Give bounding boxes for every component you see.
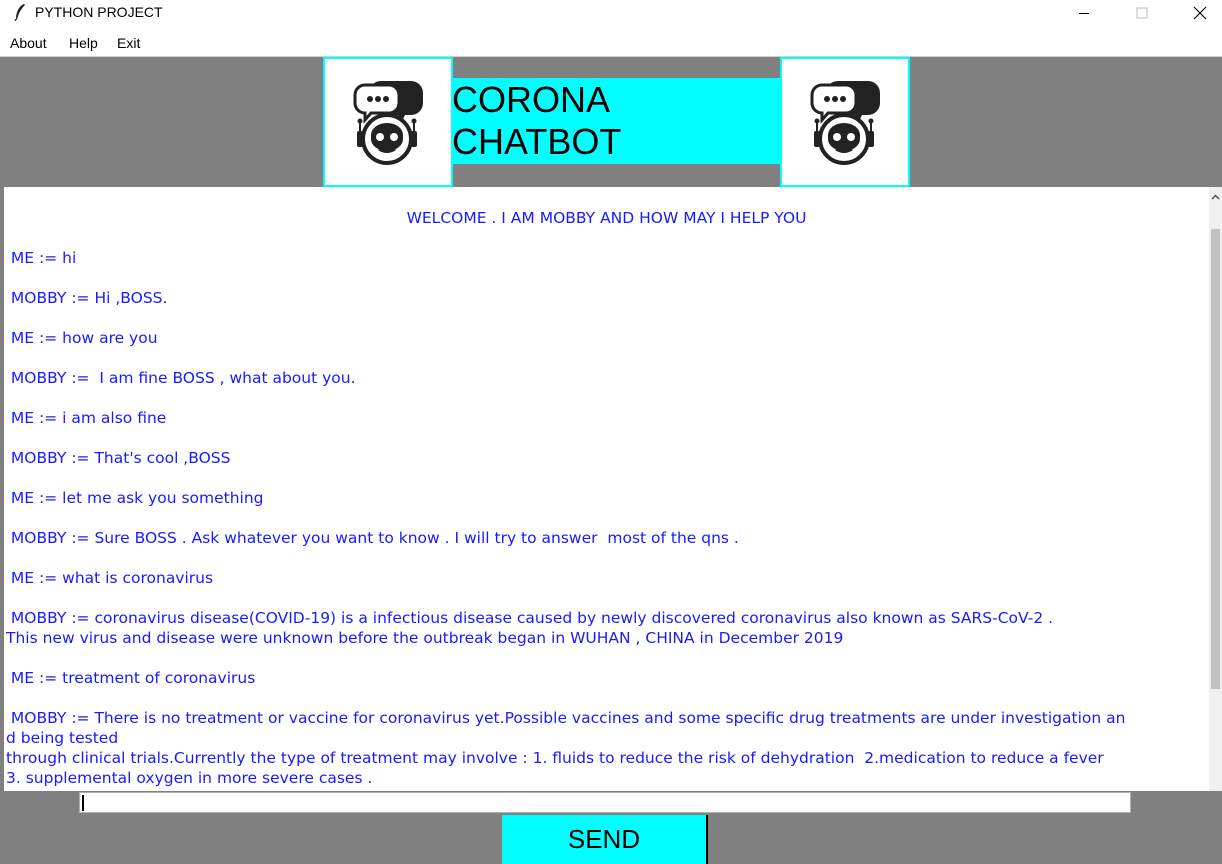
robot-chat-icon (353, 81, 423, 165)
chat-line: ME := hi (6, 249, 77, 267)
robot-chat-icon (810, 81, 880, 165)
menu-exit[interactable]: Exit (117, 35, 140, 51)
close-icon (1193, 6, 1207, 20)
chat-scrollbar[interactable] (1209, 187, 1222, 791)
chat-line: MOBBY := That's cool ,BOSS (6, 449, 231, 467)
window-title: PYTHON PROJECT (35, 4, 163, 20)
minimize-icon (1079, 13, 1089, 14)
feather-icon (14, 4, 25, 21)
send-button[interactable]: SEND (502, 815, 708, 864)
title-bar: PYTHON PROJECT (0, 0, 1222, 26)
chat-line: ME := i am also fine (6, 409, 167, 427)
chat-line: ME := treatment of coronavirus (6, 669, 256, 687)
welcome-message: WELCOME . I AM MOBBY AND HOW MAY I HELP … (406, 209, 807, 227)
menu-bar: About Help Exit (0, 26, 1222, 57)
maximize-button[interactable] (1119, 0, 1165, 26)
chat-line: MOBBY := Hi ,BOSS. (6, 289, 168, 307)
chat-line: MOBBY := coronavirus disease(COVID-19) i… (6, 609, 1054, 627)
chat-line: ME := how are you (6, 329, 158, 347)
chat-transcript[interactable]: WELCOME . I AM MOBBY AND HOW MAY I HELP … (4, 187, 1209, 791)
right-logo (780, 57, 910, 187)
chat-line: d being tested (6, 729, 119, 747)
chat-line: through clinical trials.Currently the ty… (6, 749, 1104, 767)
menu-help[interactable]: Help (69, 35, 98, 51)
scroll-up-button[interactable] (1209, 187, 1222, 207)
chat-line: ME := let me ask you something (6, 489, 264, 507)
text-caret (82, 795, 84, 811)
minimize-button[interactable] (1061, 0, 1107, 26)
message-input[interactable] (79, 792, 1131, 813)
page-title: CORONA CHATBOT (452, 78, 780, 164)
chat-line: MOBBY := I am fine BOSS , what about you… (6, 369, 356, 387)
chat-line: 3. supplemental oxygen in more severe ca… (6, 769, 373, 787)
chat-line: This new virus and disease were unknown … (6, 629, 844, 647)
maximize-icon (1136, 7, 1148, 19)
chat-line: MOBBY := Sure BOSS . Ask whatever you wa… (6, 529, 739, 547)
chat-line: ME := what is coronavirus (6, 569, 214, 587)
left-logo (323, 57, 453, 187)
close-button[interactable] (1177, 0, 1222, 26)
chevron-up-icon (1211, 194, 1220, 200)
menu-about[interactable]: About (10, 35, 47, 51)
scroll-thumb[interactable] (1211, 229, 1220, 689)
chat-line: MOBBY := There is no treatment or vaccin… (6, 709, 1126, 727)
